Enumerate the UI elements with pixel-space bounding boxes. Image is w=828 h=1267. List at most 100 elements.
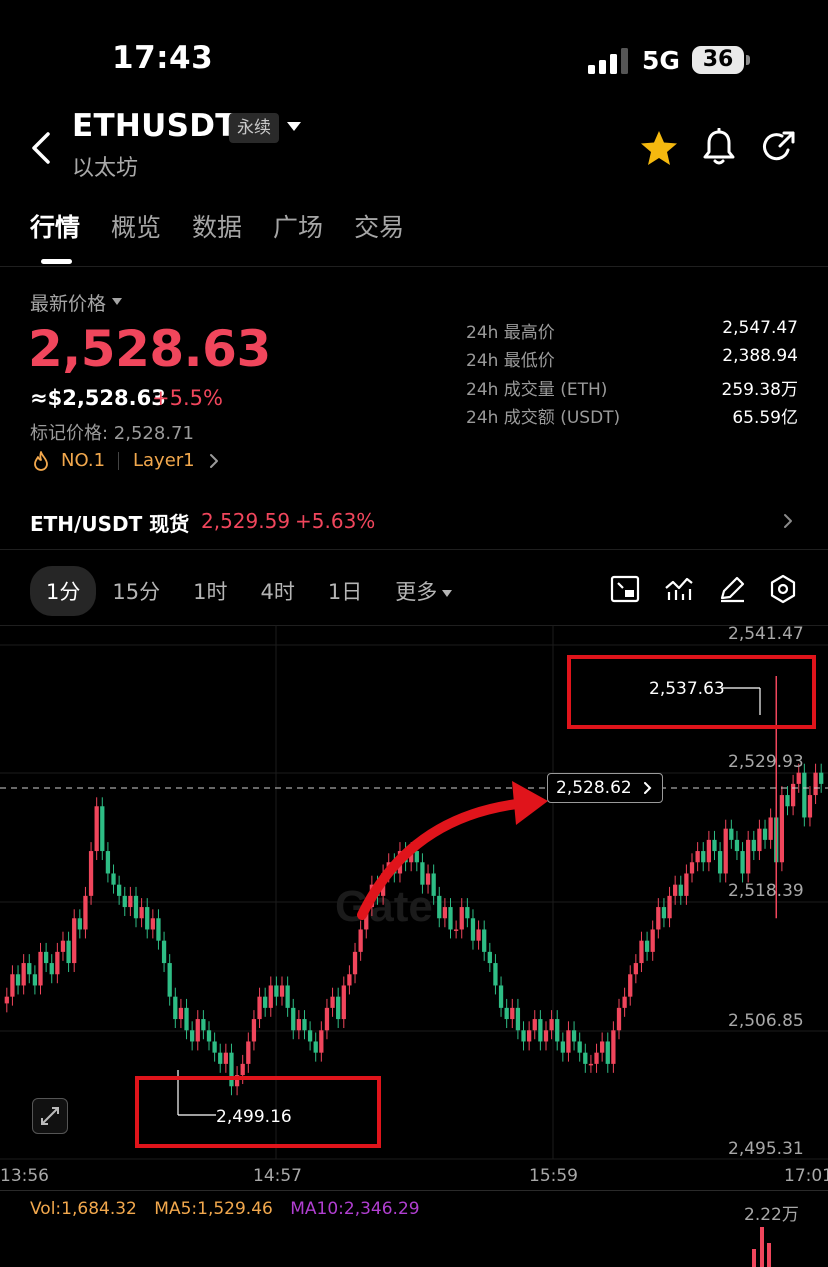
candle-body	[358, 929, 363, 952]
tabs-divider	[0, 266, 828, 267]
candle-body	[566, 1030, 571, 1053]
tab-trade[interactable]: 交易	[354, 208, 404, 244]
interval-1h[interactable]: 1时	[193, 576, 227, 606]
indicator-icon[interactable]	[664, 574, 694, 604]
candle-body	[644, 940, 650, 952]
favorite-star-icon[interactable]	[640, 130, 678, 166]
candle-body	[251, 1019, 257, 1042]
candle-body	[538, 1019, 543, 1042]
indicator-legend: Vol:1,684.32 MA5:1,529.46 MA10:2,346.29	[30, 1199, 420, 1219]
latest-price-label[interactable]: 最新价格	[30, 289, 106, 316]
pair-dropdown-icon[interactable]	[287, 122, 301, 131]
ma5-indicator: MA5:1,529.46	[154, 1199, 273, 1219]
candle-body	[21, 963, 26, 986]
candle-body	[195, 1019, 200, 1042]
tab-market[interactable]: 行情	[30, 208, 80, 244]
candle-body	[184, 1007, 189, 1031]
usd-price: ≈$2,528.63	[30, 386, 166, 410]
status-time: 17:43	[112, 40, 214, 76]
candle-body	[83, 895, 88, 930]
candle-body	[656, 907, 661, 930]
chart-layout-icon[interactable]	[610, 574, 640, 604]
active-tab-indicator	[41, 259, 72, 264]
candle-body	[796, 772, 801, 784]
candle-body	[482, 929, 487, 952]
price-change: +5.5%	[152, 386, 223, 410]
candle-body	[263, 996, 268, 1008]
stat-row: 24h 最高价 2,547.47	[466, 318, 798, 346]
ma10-indicator: MA10:2,346.29	[290, 1199, 420, 1219]
candle-body	[437, 895, 442, 919]
candle-body	[701, 851, 706, 863]
candle-body	[543, 1030, 549, 1042]
flame-icon	[34, 451, 48, 471]
interval-1d[interactable]: 1日	[328, 576, 362, 606]
candle-body	[757, 828, 762, 852]
candle-body	[72, 918, 77, 964]
candle-body	[145, 907, 150, 930]
candle-body	[717, 851, 723, 874]
tab-overview[interactable]: 概览	[111, 208, 161, 244]
current-price-tag[interactable]: 2,528.62	[547, 773, 663, 803]
candle-body	[712, 839, 717, 852]
candle-body	[740, 851, 745, 874]
latest-price-dropdown-icon[interactable]	[112, 298, 122, 305]
candle-body	[420, 862, 425, 885]
candle-body	[493, 963, 498, 986]
candle-body	[341, 985, 346, 1020]
y-tick-label: 2,541.47	[728, 624, 804, 644]
candle-body	[476, 929, 481, 941]
tab-square[interactable]: 广场	[273, 208, 323, 244]
candle-body	[274, 985, 279, 997]
interval-15m[interactable]: 15分	[112, 576, 160, 606]
candle-body	[352, 951, 358, 975]
interval-1m[interactable]: 1分	[30, 566, 97, 616]
candle-body	[498, 985, 504, 1008]
candle-body	[201, 1019, 206, 1031]
volume-divider	[0, 1190, 828, 1191]
x-tick-label: 14:57	[253, 1166, 302, 1186]
back-arrow-icon[interactable]	[28, 130, 56, 166]
stat-row: 24h 成交额 (USDT) 65.59亿	[466, 403, 798, 431]
settings-hex-icon[interactable]	[768, 574, 798, 604]
chevron-right-icon[interactable]	[782, 512, 794, 530]
share-icon[interactable]	[760, 128, 798, 166]
draw-pen-icon[interactable]	[717, 574, 747, 604]
interval-4h[interactable]: 4时	[260, 576, 294, 606]
candlestick-chart[interactable]: Gate	[0, 625, 828, 1267]
candle-body	[779, 795, 785, 863]
pair-title[interactable]: ETHUSDT	[72, 108, 237, 144]
fullscreen-button[interactable]	[32, 1098, 68, 1134]
battery-cap	[746, 55, 750, 65]
candle-body	[600, 1041, 605, 1053]
candle-body	[268, 985, 273, 1008]
candle-body	[807, 795, 813, 818]
candle-body	[246, 1041, 251, 1064]
candle-body	[729, 828, 734, 840]
interval-more[interactable]: 更多	[395, 576, 453, 606]
candle-body	[790, 783, 796, 807]
y-tick-label: 2,529.93	[728, 752, 804, 772]
candle-body	[291, 1007, 296, 1031]
candle-body	[229, 1052, 234, 1087]
candle-body	[667, 895, 672, 919]
tab-data[interactable]: 数据	[192, 208, 242, 244]
stat-label: 24h 最低价	[466, 351, 555, 372]
sector-tag[interactable]: Layer1	[133, 450, 195, 471]
candle-body	[571, 1030, 577, 1042]
chevron-right-icon[interactable]	[209, 453, 219, 469]
stat-value: 2,547.47	[722, 318, 798, 338]
candle-body	[611, 1030, 616, 1064]
candle-body	[695, 851, 700, 863]
candle-body	[38, 951, 43, 986]
spot-pair-link[interactable]: ETH/USDT 现货	[30, 508, 189, 537]
bell-icon[interactable]	[702, 128, 736, 166]
candle-body	[706, 839, 711, 863]
candle-body	[555, 1019, 560, 1042]
y-tick-label: 2,518.39	[728, 881, 804, 901]
rank-tag[interactable]: NO.1	[61, 450, 105, 471]
candle-body	[60, 940, 66, 952]
battery-icon: 36	[692, 46, 744, 74]
candle-body	[150, 918, 155, 930]
vol-indicator: Vol:1,684.32	[30, 1199, 137, 1219]
